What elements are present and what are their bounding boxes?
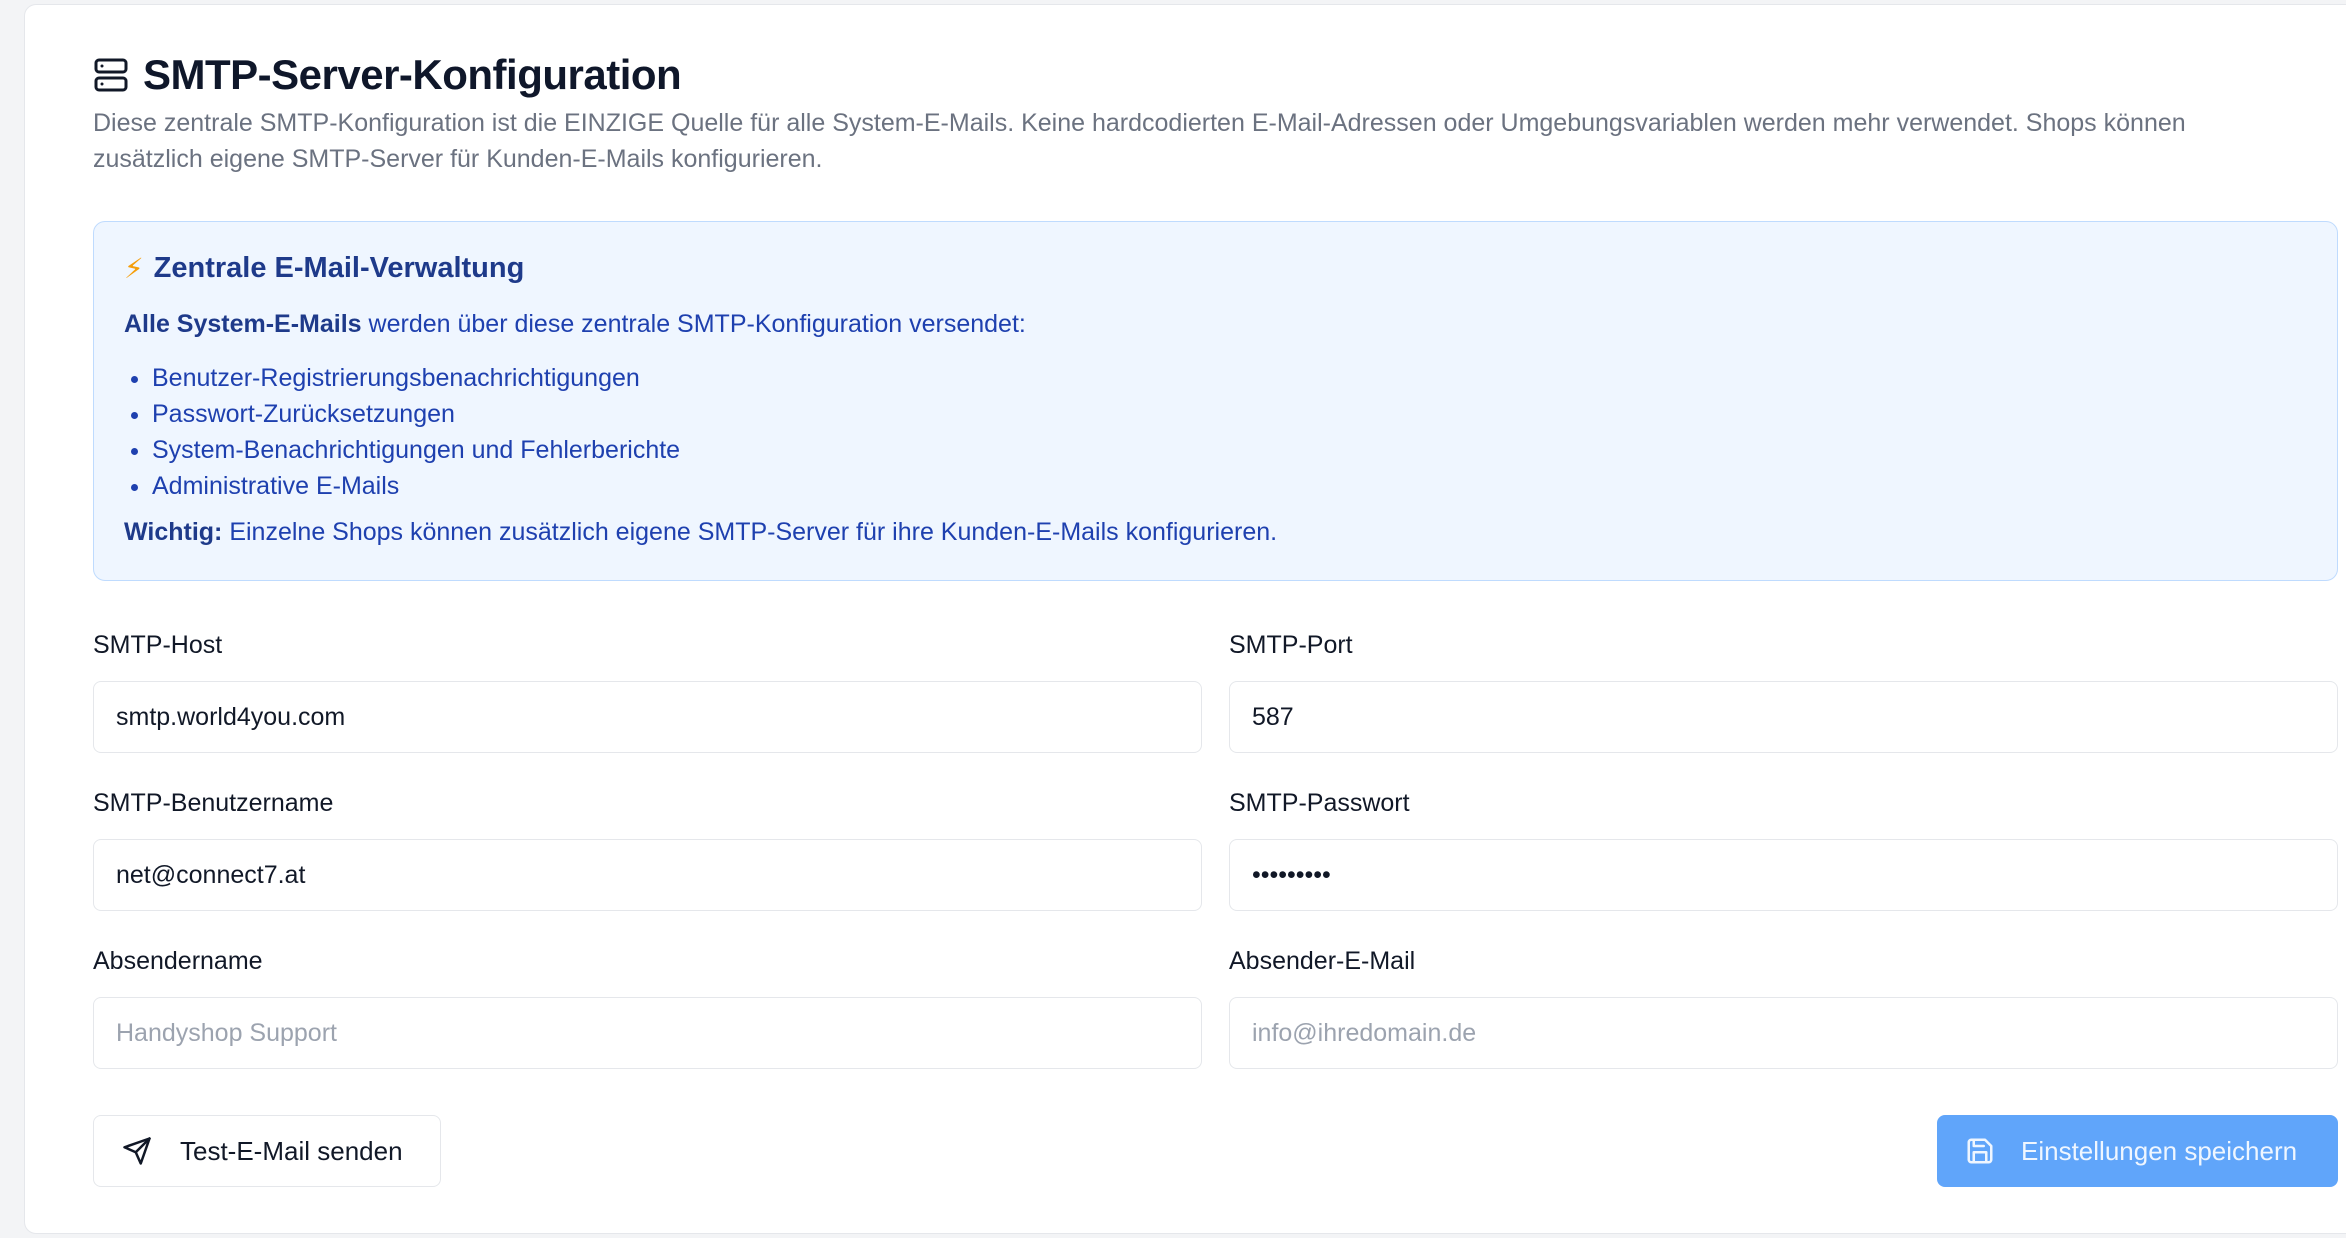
info-intro-strong: Alle System-E-Mails (124, 310, 362, 338)
send-test-email-label: Test-E-Mail senden (180, 1135, 403, 1166)
sender-email-label: Absender-E-Mail (1229, 947, 1416, 975)
sender-name-input[interactable] (93, 997, 1202, 1069)
smtp-host-input[interactable] (93, 681, 1202, 753)
list-item: Passwort-Zurücksetzungen (152, 396, 680, 432)
smtp-port-label: SMTP-Port (1229, 631, 1353, 659)
list-item: System-Benachrichtigungen und Fehlerberi… (152, 432, 680, 468)
smtp-username-label: SMTP-Benutzername (93, 789, 334, 817)
send-test-email-button[interactable]: Test-E-Mail senden (93, 1115, 441, 1187)
info-title-row: ⚡ Zentrale E-Mail-Verwaltung (124, 252, 524, 285)
smtp-settings-card: SMTP-Server-Konfiguration Diese zentrale… (24, 4, 2346, 1234)
info-title: Zentrale E-Mail-Verwaltung (153, 252, 525, 284)
save-icon (1965, 1136, 1995, 1166)
send-icon (122, 1136, 152, 1166)
smtp-host-label: SMTP-Host (93, 631, 223, 659)
lightning-icon: ⚡ (124, 253, 144, 284)
info-note: Wichtig: Einzelne Shops können zusätzlic… (124, 518, 1277, 547)
page-description: Diese zentrale SMTP-Konfiguration ist di… (93, 109, 2186, 173)
sender-email-input[interactable] (1229, 997, 2338, 1069)
page-title: SMTP-Server-Konfiguration (143, 51, 682, 98)
save-settings-label: Einstellungen speichern (2021, 1135, 2298, 1166)
info-list: Benutzer-Registrierungsbenachrichtigunge… (124, 360, 680, 504)
info-intro-text: werden über diese zentrale SMTP-Konfigur… (361, 310, 1026, 338)
smtp-port-input[interactable] (1229, 681, 2338, 753)
info-note-text: Einzelne Shops können zusätzlich eigene … (222, 518, 1278, 546)
info-intro: Alle System-E-Mails werden über diese ze… (124, 310, 1026, 339)
server-icon (93, 57, 129, 93)
info-box: ⚡ Zentrale E-Mail-Verwaltung Alle System… (93, 221, 2338, 581)
smtp-password-input[interactable] (1229, 839, 2338, 911)
page-header: SMTP-Server-Konfiguration (93, 49, 682, 101)
info-note-strong: Wichtig: (124, 518, 223, 546)
list-item: Benutzer-Registrierungsbenachrichtigunge… (152, 360, 680, 396)
list-item: Administrative E-Mails (152, 468, 680, 504)
save-settings-button[interactable]: Einstellungen speichern (1937, 1115, 2338, 1187)
smtp-password-label: SMTP-Passwort (1229, 789, 1410, 817)
smtp-username-input[interactable] (93, 839, 1202, 911)
sender-name-label: Absendername (93, 947, 263, 975)
